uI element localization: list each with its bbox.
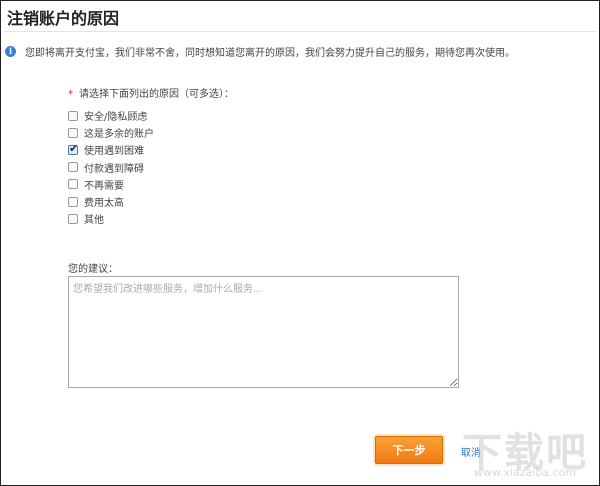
info-message: i 您即将离开支付宝，我们非常不舍，同时想知道您离开的原因，我们会努力提升自己的… [5,44,515,59]
reason-option[interactable]: 这是多余的账户 [68,124,154,141]
info-icon: i [5,46,16,57]
reason-label: 付款遇到障碍 [84,163,144,175]
reason-option[interactable]: 其他 [68,210,154,227]
reason-label: 其他 [84,215,104,227]
reason-label: 安全/隐私顾虑 [84,112,148,124]
reason-option[interactable]: 费用太高 [68,193,154,210]
suggestion-label: 您的建议： [68,264,118,275]
checkbox[interactable] [68,196,78,207]
checkbox[interactable] [68,213,78,224]
reasons-label-text: 请选择下面列出的原因（可多选）： [79,89,234,100]
reason-label: 费用太高 [84,198,124,210]
reasons-label: * 请选择下面列出的原因（可多选）： [68,85,234,100]
reason-option[interactable]: 安全/隐私顾虑 [68,107,154,124]
checkbox[interactable] [68,127,78,138]
checkbox[interactable] [68,179,78,190]
reason-option[interactable]: 不再需要 [68,176,154,193]
page-frame [0,0,600,486]
page-title: 注销账户的原因 [7,9,120,28]
next-button[interactable]: 下一步 [375,436,443,464]
reason-label: 不再需要 [84,180,124,192]
suggestion-input[interactable] [68,276,459,388]
watermark-url: www.xiazaiba.com [474,466,577,479]
info-text: 您即将离开支付宝，我们非常不舍，同时想知道您离开的原因，我们会努力提升自己的服务… [25,48,515,59]
checkbox[interactable] [68,110,78,121]
checkbox[interactable] [68,142,78,155]
reason-label: 使用遇到困难 [84,146,144,158]
reason-option[interactable]: 使用遇到困难 [68,141,154,158]
divider [4,31,596,32]
reason-label: 这是多余的账户 [84,129,154,141]
reason-list: 安全/隐私顾虑 这是多余的账户 使用遇到困难 付款遇到障碍 不再需要 费用太高 … [68,107,154,227]
reason-option[interactable]: 付款遇到障碍 [68,159,154,176]
required-mark: * [68,89,73,100]
checkbox[interactable] [68,162,78,173]
